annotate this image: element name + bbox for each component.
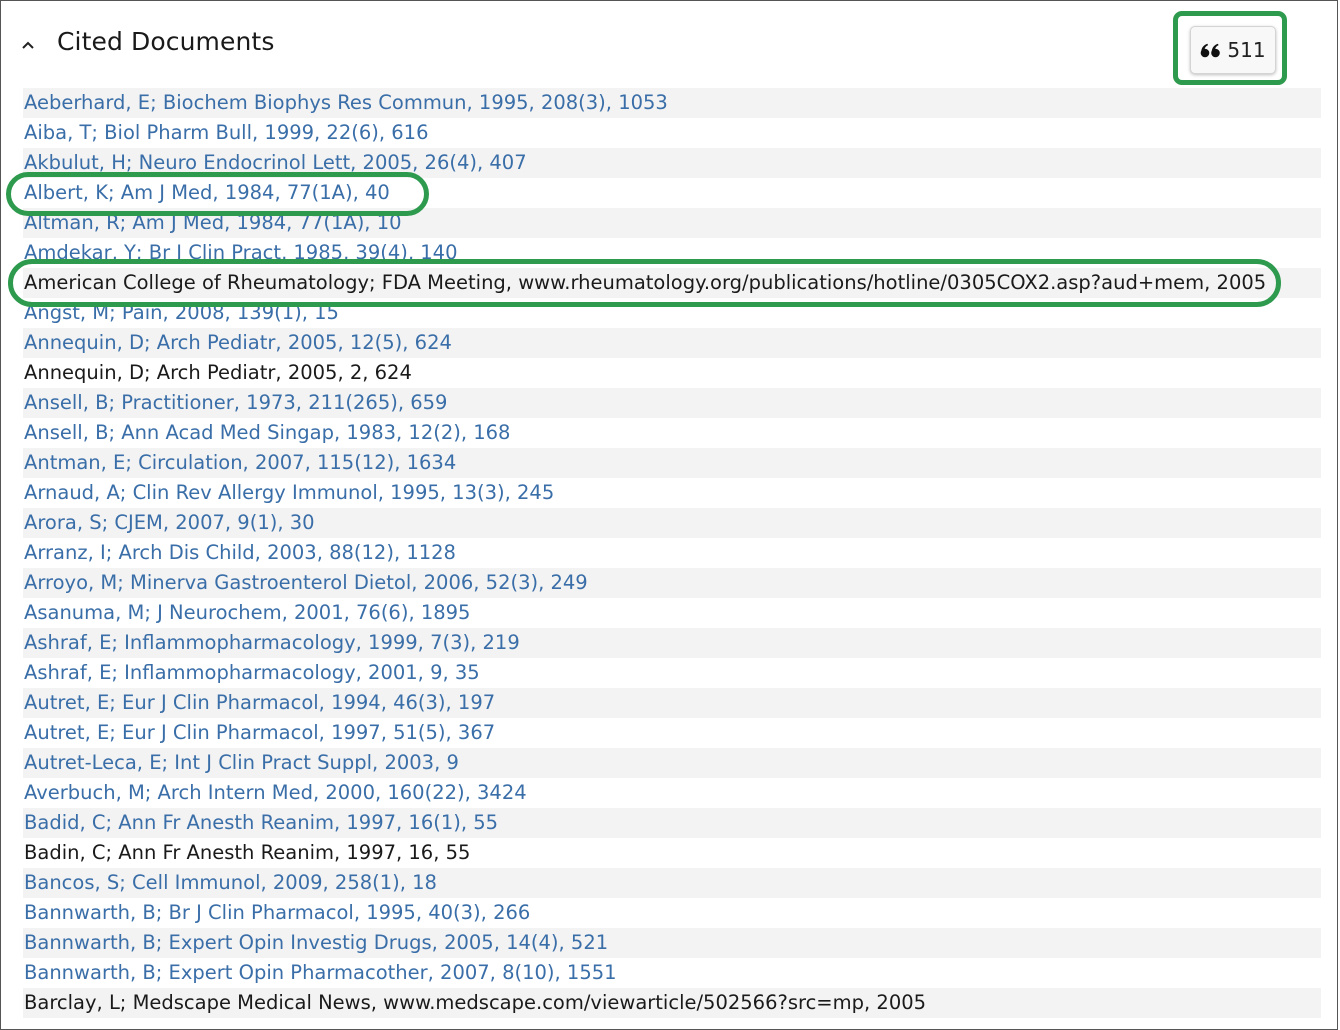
list-item: Bannwarth, B; Br J Clin Pharmacol, 1995,… <box>23 898 1321 928</box>
list-item: Angst, M; Pain, 2008, 139(1), 15 <box>23 298 1321 328</box>
reference-link[interactable]: Antman, E; Circulation, 2007, 115(12), 1… <box>24 451 456 474</box>
reference-link[interactable]: Bannwarth, B; Expert Opin Investig Drugs… <box>24 931 608 954</box>
list-item: Asanuma, M; J Neurochem, 2001, 76(6), 18… <box>23 598 1321 628</box>
list-item: Aeberhard, E; Biochem Biophys Res Commun… <box>23 88 1321 118</box>
chevron-up-icon[interactable] <box>18 33 38 57</box>
list-item: Antman, E; Circulation, 2007, 115(12), 1… <box>23 448 1321 478</box>
reference-link[interactable]: Ansell, B; Ann Acad Med Singap, 1983, 12… <box>24 421 510 444</box>
reference-link[interactable]: Altman, R; Am J Med, 1984, 77(1A), 10 <box>24 211 402 234</box>
reference-link[interactable]: Arroyo, M; Minerva Gastroenterol Dietol,… <box>24 571 588 594</box>
reference-link[interactable]: Akbulut, H; Neuro Endocrinol Lett, 2005,… <box>24 151 527 174</box>
list-item: Autret-Leca, E; Int J Clin Pract Suppl, … <box>23 748 1321 778</box>
list-item: Amdekar, Y; Br J Clin Pract, 1985, 39(4)… <box>23 238 1321 268</box>
reference-text: Barclay, L; Medscape Medical News, www.m… <box>24 991 927 1014</box>
cite-count: 511 <box>1227 38 1266 62</box>
reference-text: Badin, C; Ann Fr Anesth Reanim, 1997, 16… <box>24 841 471 864</box>
reference-link[interactable]: Annequin, D; Arch Pediatr, 2005, 12(5), … <box>24 331 452 354</box>
list-item: Albert, K; Am J Med, 1984, 77(1A), 40 <box>23 178 1321 208</box>
list-item: Arroyo, M; Minerva Gastroenterol Dietol,… <box>23 568 1321 598</box>
reference-link[interactable]: Arnaud, A; Clin Rev Allergy Immunol, 199… <box>24 481 554 504</box>
cite-count-button[interactable]: 511 <box>1190 26 1276 74</box>
list-item: Ansell, B; Ann Acad Med Singap, 1983, 12… <box>23 418 1321 448</box>
list-item: Aiba, T; Biol Pharm Bull, 1999, 22(6), 6… <box>23 118 1321 148</box>
list-item: Annequin, D; Arch Pediatr, 2005, 2, 624 <box>23 358 1321 388</box>
list-item: Ashraf, E; Inflammopharmacology, 1999, 7… <box>23 628 1321 658</box>
reference-link[interactable]: Bancos, S; Cell Immunol, 2009, 258(1), 1… <box>24 871 437 894</box>
list-item: American College of Rheumatology; FDA Me… <box>23 268 1321 298</box>
reference-link[interactable]: Bannwarth, B; Expert Opin Pharmacother, … <box>24 961 617 984</box>
list-item: Bannwarth, B; Expert Opin Investig Drugs… <box>23 928 1321 958</box>
list-item: Autret, E; Eur J Clin Pharmacol, 1997, 5… <box>23 718 1321 748</box>
reference-link[interactable]: Asanuma, M; J Neurochem, 2001, 76(6), 18… <box>24 601 470 624</box>
cited-documents-panel: Cited Documents 511 Aeberhard, E; Bioche… <box>0 0 1338 1030</box>
reference-link[interactable]: Autret, E; Eur J Clin Pharmacol, 1997, 5… <box>24 721 495 744</box>
section-title: Cited Documents <box>57 27 275 56</box>
list-item: Ashraf, E; Inflammopharmacology, 2001, 9… <box>23 658 1321 688</box>
reference-link[interactable]: Badid, C; Ann Fr Anesth Reanim, 1997, 16… <box>24 811 498 834</box>
list-item: Arora, S; CJEM, 2007, 9(1), 30 <box>23 508 1321 538</box>
reference-link[interactable]: Ashraf, E; Inflammopharmacology, 2001, 9… <box>24 661 480 684</box>
reference-link[interactable]: Angst, M; Pain, 2008, 139(1), 15 <box>24 301 339 324</box>
reference-link[interactable]: Autret, E; Eur J Clin Pharmacol, 1994, 4… <box>24 691 495 714</box>
list-item: Averbuch, M; Arch Intern Med, 2000, 160(… <box>23 778 1321 808</box>
list-item: Autret, E; Eur J Clin Pharmacol, 1994, 4… <box>23 688 1321 718</box>
reference-link[interactable]: Albert, K; Am J Med, 1984, 77(1A), 40 <box>24 181 390 204</box>
reference-text: Annequin, D; Arch Pediatr, 2005, 2, 624 <box>24 361 412 384</box>
list-item: Ansell, B; Practitioner, 1973, 211(265),… <box>23 388 1321 418</box>
list-item: Altman, R; Am J Med, 1984, 77(1A), 10 <box>23 208 1321 238</box>
reference-link[interactable]: Averbuch, M; Arch Intern Med, 2000, 160(… <box>24 781 527 804</box>
list-item: Arnaud, A; Clin Rev Allergy Immunol, 199… <box>23 478 1321 508</box>
list-item: Bannwarth, B; Expert Opin Pharmacother, … <box>23 958 1321 988</box>
reference-text: American College of Rheumatology; FDA Me… <box>24 271 1267 294</box>
list-item: Bancos, S; Cell Immunol, 2009, 258(1), 1… <box>23 868 1321 898</box>
reference-link[interactable]: Autret-Leca, E; Int J Clin Pract Suppl, … <box>24 751 459 774</box>
reference-link[interactable]: Bannwarth, B; Br J Clin Pharmacol, 1995,… <box>24 901 530 924</box>
reference-list: Aeberhard, E; Biochem Biophys Res Commun… <box>23 88 1321 1018</box>
list-item: Akbulut, H; Neuro Endocrinol Lett, 2005,… <box>23 148 1321 178</box>
reference-link[interactable]: Ashraf, E; Inflammopharmacology, 1999, 7… <box>24 631 520 654</box>
list-item: Arranz, I; Arch Dis Child, 2003, 88(12),… <box>23 538 1321 568</box>
reference-link[interactable]: Ansell, B; Practitioner, 1973, 211(265),… <box>24 391 447 414</box>
quote-icon <box>1200 41 1222 59</box>
reference-link[interactable]: Aiba, T; Biol Pharm Bull, 1999, 22(6), 6… <box>24 121 428 144</box>
list-item: Annequin, D; Arch Pediatr, 2005, 12(5), … <box>23 328 1321 358</box>
section-header: Cited Documents 511 <box>1 1 1339 89</box>
reference-link[interactable]: Aeberhard, E; Biochem Biophys Res Commun… <box>24 91 668 114</box>
list-item: Badid, C; Ann Fr Anesth Reanim, 1997, 16… <box>23 808 1321 838</box>
list-item: Badin, C; Ann Fr Anesth Reanim, 1997, 16… <box>23 838 1321 868</box>
reference-link[interactable]: Arranz, I; Arch Dis Child, 2003, 88(12),… <box>24 541 456 564</box>
reference-link[interactable]: Arora, S; CJEM, 2007, 9(1), 30 <box>24 511 315 534</box>
list-item: Barclay, L; Medscape Medical News, www.m… <box>23 988 1321 1018</box>
reference-link[interactable]: Amdekar, Y; Br J Clin Pract, 1985, 39(4)… <box>24 241 457 264</box>
